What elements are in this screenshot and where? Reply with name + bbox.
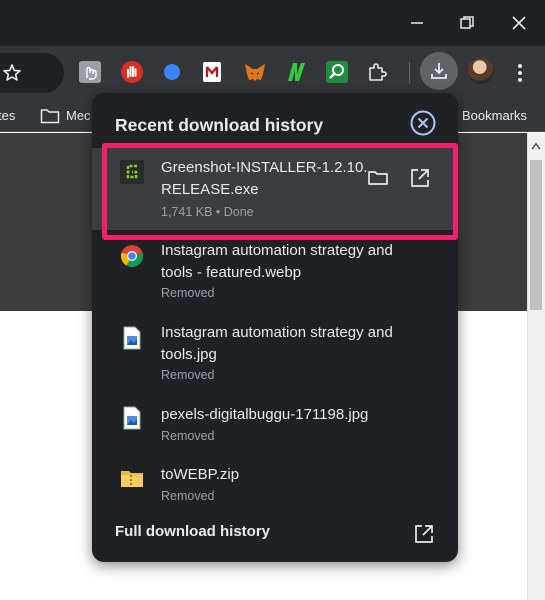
download-item[interactable]: toWEBP.zip Removed [92, 459, 458, 515]
download-status: Removed [161, 489, 215, 503]
star-icon[interactable] [2, 63, 22, 83]
blue-dot-extension-icon[interactable] [160, 60, 184, 84]
window-titlebar [0, 0, 545, 46]
all-bookmarks-label[interactable]: Bookmarks [462, 108, 527, 123]
close-icon [512, 16, 526, 30]
bookmark-folder-label[interactable]: Mec [66, 108, 91, 123]
toolbar-separator [409, 62, 410, 84]
profile-avatar[interactable] [468, 58, 494, 84]
zip-folder-icon [121, 471, 143, 487]
image-file-icon [123, 326, 141, 350]
search-extension-icon[interactable] [325, 60, 349, 84]
file-name-line: pexels-digitalbuggu-171198.jpg [161, 406, 369, 423]
download-icon [431, 63, 447, 79]
bookmark-item[interactable]: tes [0, 108, 15, 123]
highlight-annotation [102, 143, 458, 240]
image-file-icon [123, 406, 141, 430]
full-download-history-link[interactable]: Full download history [115, 523, 270, 540]
download-file-name: Instagram automation strategy and tools.… [161, 322, 416, 366]
puzzle-extensions-icon[interactable] [366, 60, 390, 84]
file-name-line: tools.jpg [161, 346, 217, 363]
file-name-line: toWEBP.zip [161, 466, 240, 483]
open-in-new-icon [415, 525, 433, 543]
address-bar[interactable] [0, 53, 64, 93]
file-name-line: Instagram automation strategy and [161, 242, 393, 259]
scrollbar-thumb[interactable] [530, 160, 542, 310]
downloads-button[interactable] [420, 52, 458, 90]
download-item[interactable]: Instagram automation strategy and tools … [92, 233, 458, 313]
open-downloads-page-button[interactable] [412, 522, 436, 546]
download-status: Removed [161, 429, 215, 443]
download-status: Removed [161, 368, 215, 382]
download-file-name: Instagram automation strategy and tools … [161, 240, 416, 284]
browser-toolbar [0, 46, 545, 100]
minimize-button[interactable] [402, 8, 432, 38]
metamask-extension-icon[interactable] [243, 60, 267, 84]
close-bubble-button[interactable] [409, 109, 437, 137]
download-file-name: pexels-digitalbuggu-171198.jpg [161, 404, 416, 426]
restore-button[interactable] [452, 8, 482, 38]
download-status: Removed [161, 286, 215, 300]
scroll-up-icon[interactable] [531, 142, 541, 150]
download-file-name: toWEBP.zip [161, 464, 416, 486]
more-vert-icon[interactable] [510, 60, 530, 86]
download-item[interactable]: Instagram automation strategy and tools.… [92, 315, 458, 395]
n-extension-icon[interactable] [284, 60, 308, 84]
hand-extension-icon[interactable] [78, 60, 102, 84]
file-name-line: tools - featured.webp [161, 264, 302, 281]
restore-icon [460, 16, 474, 29]
minimize-icon [411, 22, 423, 24]
stop-hand-extension-icon[interactable] [120, 60, 144, 84]
close-icon [410, 110, 436, 136]
chrome-icon [120, 245, 143, 267]
folder-icon [40, 109, 60, 124]
file-name-line: Instagram automation strategy and [161, 324, 393, 341]
downloads-title: Recent download history [115, 115, 324, 135]
download-item[interactable]: pexels-digitalbuggu-171198.jpg Removed [92, 399, 458, 455]
mcafee-extension-icon[interactable] [200, 60, 224, 84]
close-window-button[interactable] [504, 8, 534, 38]
